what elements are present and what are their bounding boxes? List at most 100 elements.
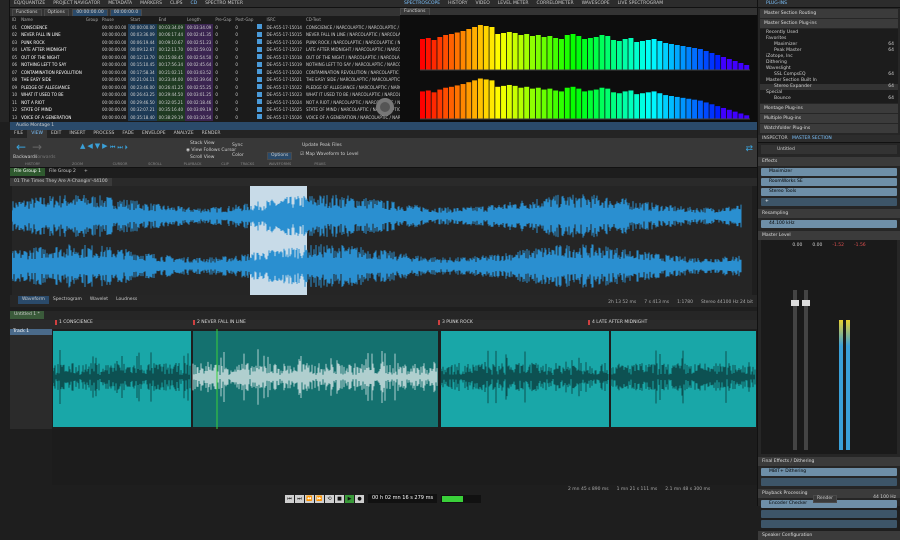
column-header[interactable]: ID xyxy=(10,16,19,24)
back-arrow-icon[interactable]: ← xyxy=(16,140,26,154)
wave-view-tab[interactable]: Spectrogram xyxy=(49,296,86,304)
tab-meter[interactable]: LIVE SPECTROGRAM xyxy=(614,0,668,8)
column-header[interactable]: Pause xyxy=(100,16,128,24)
effect-slot[interactable]: Stereo Tools xyxy=(761,188,897,196)
wave-file-tab[interactable]: 01 The Times They Are A-Changin'-44100 xyxy=(10,178,112,186)
cd-checkbox[interactable] xyxy=(255,76,264,84)
column-header[interactable]: End xyxy=(157,16,185,24)
cd-marker[interactable]: 1 CONSCIENCE xyxy=(55,320,93,325)
fast-forward-button[interactable]: ⏩ xyxy=(315,494,324,503)
master-level-header[interactable]: Master Level xyxy=(758,231,900,240)
column-header[interactable]: Pre-Gap xyxy=(213,16,233,24)
table-row[interactable]: 04 LATE AFTER MIDNIGHT 00:00:00.00 00:09:12… xyxy=(10,46,400,54)
render-button[interactable]: Render xyxy=(813,495,838,503)
empty-slot[interactable] xyxy=(761,520,897,528)
cursor-tools-icons[interactable]: ⏮⏭⏵ xyxy=(110,144,130,152)
column-header[interactable]: Name xyxy=(19,16,84,24)
play-button[interactable]: ▶ xyxy=(345,494,354,503)
tab-spectro-meter[interactable]: SPECTRO METER xyxy=(201,0,247,8)
cd-checkbox[interactable] xyxy=(255,24,264,32)
tab-meter[interactable]: WAVESCOPE xyxy=(578,0,614,8)
tab-meter[interactable]: LEVEL METER xyxy=(494,0,533,8)
ribbon-tab[interactable]: EDIT xyxy=(47,130,65,138)
plugin-row[interactable]: Montage Plug-ins xyxy=(760,104,898,113)
cd-marker[interactable]: 2 NEVER FALL IN LINE xyxy=(193,320,246,325)
swap-arrows-icon[interactable]: ⇄ xyxy=(745,144,753,154)
rewind-start-button[interactable]: ⏮ xyxy=(285,494,294,503)
cd-marker[interactable]: 3 PUNK ROCK xyxy=(438,320,473,325)
table-row[interactable]: 07 CONTAMINATION REVOLUTION 00:00:00.00 00:… xyxy=(10,68,400,77)
fader-handle-right[interactable] xyxy=(802,300,810,306)
montage-ruler[interactable]: 1 CONSCIENCE 2 NEVER FALL IN LINE 3 PUNK R… xyxy=(10,320,757,329)
cd-checkbox[interactable] xyxy=(255,114,264,122)
view-follows-option[interactable]: ◉ View Follows Cursor xyxy=(186,148,236,153)
cd-checkbox[interactable] xyxy=(255,99,264,107)
wave-view-tab[interactable]: Waveform xyxy=(18,296,49,304)
empty-slot[interactable] xyxy=(761,478,897,486)
table-row[interactable]: 06 NOTHING LEFT TO SAY 00:00:00.00 00:15:10… xyxy=(10,61,400,69)
record-button[interactable]: ● xyxy=(355,494,364,503)
column-header[interactable] xyxy=(255,16,264,24)
dithering-slot[interactable]: MBIT+ Dithering xyxy=(761,468,897,476)
table-row[interactable]: 02 NEVER FALL IN LINE 00:00:00.00 00:03:36.… xyxy=(10,31,400,39)
plugin-row[interactable]: Multiple Plug-ins xyxy=(760,114,898,123)
stack-view-option[interactable]: Stack View xyxy=(190,141,215,146)
ribbon-tab[interactable]: ANALYZE xyxy=(170,130,198,138)
ribbon-tab[interactable]: FILE xyxy=(10,130,27,138)
montage-tab[interactable]: Untitled 1 * xyxy=(10,311,44,319)
rewind-button[interactable]: ⏪ xyxy=(305,494,314,503)
plugin-tree-item[interactable]: Bounce 64 xyxy=(760,96,898,102)
column-header[interactable]: CD-Text xyxy=(304,16,400,24)
speaker-config-header[interactable]: Speaker Configuration xyxy=(758,531,900,540)
table-row[interactable]: 11 NOT A RIOT 00:00:00.00 00:29:46.50 00:32:… xyxy=(10,98,400,107)
scroll-view-option[interactable]: Scroll View xyxy=(190,155,214,160)
add-effect-button[interactable]: + xyxy=(761,198,897,206)
resampling-header[interactable]: Resampling xyxy=(758,209,900,218)
table-row[interactable]: 09 PLEDGE OF ALLEGIANCE 00:00:00.00 00:23:4… xyxy=(10,83,400,92)
ribbon-tab[interactable]: VIEW xyxy=(27,130,47,138)
wave-view-tab[interactable]: Loudness xyxy=(112,296,141,304)
cd-marker[interactable]: 4 LATE AFTER MIDNIGHT xyxy=(588,320,647,325)
table-row[interactable]: 10 WHAT IT USED TO BE 00:00:00.00 00:26:43.… xyxy=(10,91,400,99)
table-row[interactable]: 12 STATE OF MIND 00:00:00.00 00:32:07.21 00:… xyxy=(10,106,400,114)
cd-checkbox[interactable] xyxy=(255,106,264,114)
cd-checkbox[interactable] xyxy=(255,61,264,69)
tab-meter[interactable]: SPECTROSCOPE xyxy=(400,0,444,8)
track-name[interactable]: Track 1 xyxy=(10,329,52,335)
table-row[interactable]: 13 VOICE OF A GENERATION 00:00:00.00 00:35:… xyxy=(10,113,400,122)
cd-checkbox[interactable] xyxy=(255,84,264,92)
final-effects-header[interactable]: Final Effects / Dithering xyxy=(758,457,900,466)
cd-checkbox[interactable] xyxy=(255,39,264,47)
cd-checkbox[interactable] xyxy=(255,54,264,62)
left-dock-strip[interactable] xyxy=(0,0,10,122)
loop-button[interactable]: ⟲ xyxy=(325,494,334,503)
update-peak-files-button[interactable]: Update Peak Files xyxy=(302,143,342,148)
track-header[interactable]: Track 1 xyxy=(10,329,52,429)
forward-end-button[interactable]: ⏭ xyxy=(295,494,304,503)
fader-handle-left[interactable] xyxy=(791,300,799,306)
cd-checkbox[interactable] xyxy=(255,31,264,39)
ribbon-tab[interactable]: RENDER xyxy=(198,130,225,138)
cd-checkbox[interactable] xyxy=(255,69,264,77)
column-header[interactable]: Post-Gap xyxy=(233,16,255,24)
master-routing-row[interactable]: Master Section Routing xyxy=(760,9,898,18)
stop-button[interactable]: ■ xyxy=(335,494,344,503)
fader-right[interactable] xyxy=(804,290,808,450)
empty-slot[interactable] xyxy=(761,510,897,518)
tab-meter[interactable]: CORRELOMETER xyxy=(532,0,577,8)
column-header[interactable]: Group xyxy=(84,16,100,24)
zoom-tools-icons[interactable]: ▲◀▼▶ xyxy=(80,142,110,150)
table-row[interactable]: 03 PUNK ROCK 00:00:00.00 00:06:19.44 00:09:1… xyxy=(10,38,400,47)
column-header[interactable]: Start xyxy=(128,16,156,24)
effects-header[interactable]: Effects xyxy=(758,157,900,166)
tab-eq[interactable]: EQ/QUANTIZE xyxy=(10,0,49,8)
add-group-button[interactable]: + xyxy=(80,168,92,176)
preset-field[interactable]: Untitled xyxy=(761,145,897,154)
montage-track[interactable] xyxy=(52,329,757,429)
tab-clips[interactable]: CLIPS xyxy=(166,0,187,8)
ribbon-tab[interactable]: INSERT xyxy=(65,130,89,138)
cd-checkbox[interactable] xyxy=(255,46,264,54)
column-header[interactable]: Length xyxy=(185,16,213,24)
table-row[interactable]: 05 OUT OF THE NIGHT 00:00:00.00 00:12:13.70… xyxy=(10,53,400,62)
master-plugins-row[interactable]: Master Section Plug-ins xyxy=(760,19,898,28)
